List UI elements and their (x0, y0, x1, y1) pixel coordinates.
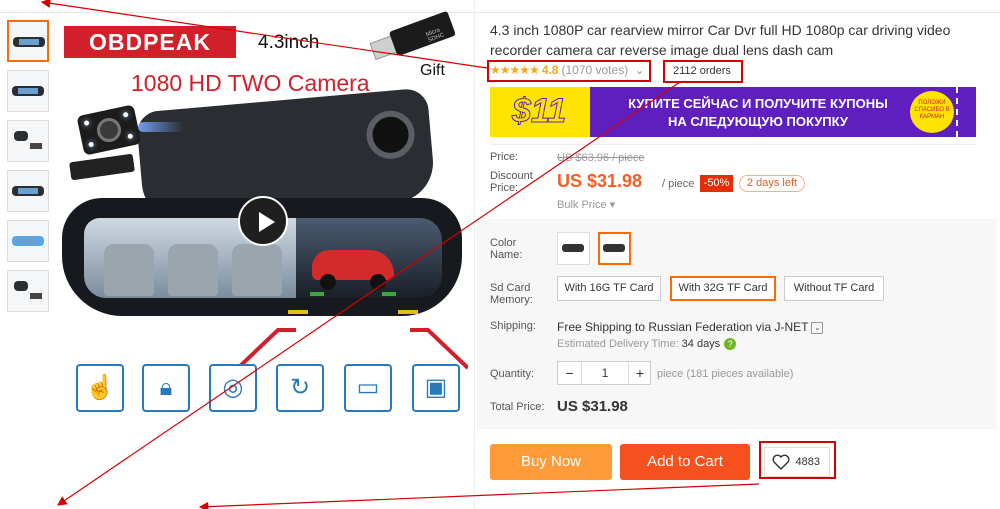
quantity-input[interactable]: 1 (582, 362, 628, 384)
gift-text: Gift (420, 62, 445, 79)
discount-badge: -50% (700, 175, 733, 192)
top-divider (0, 12, 1000, 13)
thumbnail-5[interactable] (7, 220, 49, 262)
rear-view-screen (296, 218, 442, 298)
thumbnail-3[interactable] (7, 120, 49, 162)
product-title: 4.3 inch 1080P car rearview mirror Car D… (490, 22, 951, 58)
sd-card-label: Sd Card Memory: (490, 282, 533, 306)
bulk-price-link[interactable]: Bulk Price ▾ (557, 198, 615, 211)
shipping-text: Free Shipping to Russian Federation via … (557, 320, 809, 334)
add-to-cart-button[interactable]: Add to Cart (620, 444, 750, 480)
delivery-estimate: Estimated Delivery Time: 34 days? (557, 338, 737, 351)
play-video-button[interactable] (238, 196, 288, 246)
loop-record-icon: ↻ (276, 364, 324, 412)
days-left-badge: 2 days left (739, 175, 805, 192)
quantity-stepper: − 1 + (557, 361, 651, 385)
cctv-camera-icon: ▭ (344, 364, 392, 412)
eta-label: Estimated Delivery Time: (557, 338, 679, 350)
buy-now-button[interactable]: Buy Now (490, 444, 612, 480)
sd-card-text: Micro SDHC (425, 27, 446, 44)
quantity-available: piece (181 pieces available) (657, 368, 794, 380)
brand-logo: OBDPEAK (64, 26, 236, 58)
coupon-amount: $11 (511, 92, 567, 131)
sd-option-16g[interactable]: With 16G TF Card (557, 276, 661, 301)
main-product-image[interactable]: OBDPEAK 4.3inch Micro SDHC Gift 1080 HD … (58, 10, 468, 418)
price-label: Price: (490, 151, 519, 163)
camera-title-text: 1080 HD TWO Camera (131, 70, 370, 96)
eta-value: 34 days (681, 338, 721, 350)
coupon-line-2: НА СЛЕДУЮЩУЮ ПОКУПКУ (667, 114, 848, 129)
chevron-down-icon[interactable]: ⌄ (811, 321, 824, 334)
sd-option-none[interactable]: Without TF Card (784, 276, 884, 301)
coupon-badge: ПОЛОЖИ СПАСИБО В КАРМАН (910, 91, 954, 133)
shipping-info[interactable]: Free Shipping to Russian Federation via … (557, 320, 824, 334)
parking-guide-lines (238, 292, 468, 370)
price-unit: / piece (662, 178, 695, 190)
sd-option-32g[interactable]: With 32G TF Card (670, 276, 776, 301)
current-price: US $31.98 (557, 171, 643, 191)
rear-camera-image (76, 104, 142, 156)
coupon-tear-line (956, 87, 976, 137)
rating-highlight-box (487, 60, 651, 82)
coupon-line-1: КУПИТЕ СЕЙЧАС И ПОЛУЧИТЕ КУПОНЫ (628, 96, 888, 111)
film-reel-icon: ◎ (209, 364, 257, 412)
quantity-minus-button[interactable]: − (558, 362, 582, 384)
coupon-banner[interactable]: $11 КУПИТЕ СЕЙЧАС И ПОЛУЧИТЕ КУПОНЫ НА С… (490, 87, 976, 137)
color-label: Color Name: (490, 237, 523, 261)
thumbnail-2[interactable] (7, 70, 49, 112)
thumbnail-list (7, 20, 49, 320)
total-price-label: Total Price: (490, 401, 545, 413)
quantity-plus-button[interactable]: + (628, 362, 651, 384)
color-option-1[interactable] (557, 232, 590, 265)
feature-icons: ☝ 🔒︎ ◎ ↻ ▭ ▣ (76, 364, 466, 416)
camera-bracket-image (69, 153, 135, 181)
thumbnail-6[interactable] (7, 270, 49, 312)
column-divider (474, 0, 475, 509)
thumbnail-4[interactable] (7, 170, 49, 212)
monitor-icon: ▣ (412, 364, 460, 412)
camera-light-glow (138, 122, 184, 132)
lock-icon: 🔒︎ (142, 364, 190, 412)
shipping-label: Shipping: (490, 320, 536, 332)
touch-icon: ☝ (76, 364, 124, 412)
discount-price-label: Discount Price: (490, 170, 533, 194)
quantity-label: Quantity: (490, 368, 535, 380)
orders-highlight-box (663, 60, 743, 83)
help-icon[interactable]: ? (724, 338, 737, 351)
thumbnail-1[interactable] (7, 20, 49, 62)
total-price: US $31.98 (557, 398, 628, 415)
original-price: US $63.96 / piece (557, 152, 645, 164)
wishlist-highlight-box (759, 441, 836, 479)
color-option-2[interactable] (598, 232, 631, 265)
screen-size-text: 4.3inch (258, 32, 320, 53)
price-divider (490, 144, 976, 145)
